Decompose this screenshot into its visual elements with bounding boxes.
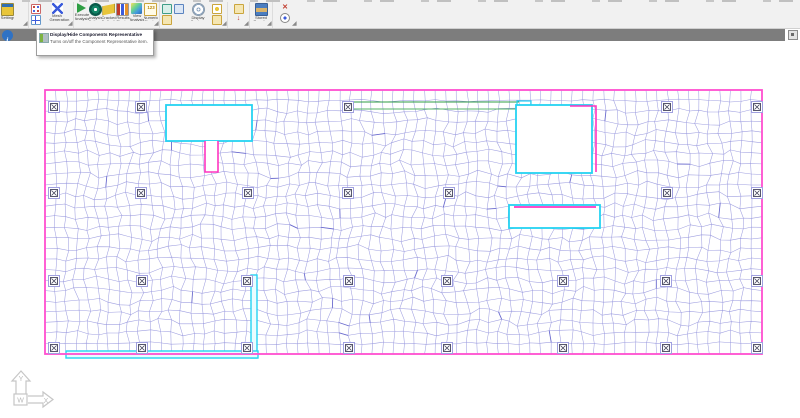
column-symbol[interactable] <box>344 343 355 354</box>
group-label-reactions: Reactions <box>259 27 269 28</box>
slab-opening[interactable] <box>166 105 252 141</box>
analysis-options-button[interactable]: Analysis Options <box>89 2 103 21</box>
beam-line[interactable] <box>352 101 531 110</box>
group-label-warping: Warping <box>235 27 246 28</box>
info-icon[interactable]: i <box>2 30 13 41</box>
ribbon-tab-strip <box>0 0 800 2</box>
column-symbol[interactable] <box>343 102 354 113</box>
view-analysis-results-button[interactable]: View Analysis Results <box>130 2 144 21</box>
compass-x-label: X <box>44 398 49 405</box>
dialog-launcher-icon[interactable]: ◢ <box>244 22 249 27</box>
contour-map-icon <box>131 3 142 14</box>
column-symbol[interactable] <box>661 276 672 287</box>
ribbon-group-warping: ↓ Warping ◢ <box>228 2 250 28</box>
openings-layer[interactable] <box>166 105 600 228</box>
column-symbol[interactable] <box>661 343 672 354</box>
group-label-meshing: Meshing <box>42 27 57 28</box>
column-symbol[interactable] <box>662 102 673 113</box>
wall-lines-layer[interactable] <box>66 275 258 358</box>
slab-opening[interactable] <box>509 205 600 228</box>
results-display-settings-button[interactable]: Results Display Settings <box>116 2 130 21</box>
column-symbol[interactable] <box>49 188 60 199</box>
slab-opening[interactable] <box>516 105 592 173</box>
ribbon-group-analysis: Execute Analysis Analysis Options Cracke… <box>74 2 160 28</box>
column-symbol[interactable] <box>136 102 147 113</box>
column-symbol[interactable] <box>662 188 673 199</box>
dialog-launcher-icon[interactable]: ◢ <box>222 22 227 27</box>
column-symbol[interactable] <box>242 343 253 354</box>
column-symbol[interactable] <box>136 188 147 199</box>
mesh-nodes-icon[interactable] <box>31 4 41 14</box>
column-symbol[interactable] <box>752 188 763 199</box>
mesh-generation-icon <box>52 3 63 14</box>
cracked-deflection-icon <box>102 3 115 16</box>
column-symbol[interactable] <box>243 188 254 199</box>
mesh-generation-button[interactable]: Mesh Generation <box>42 2 72 21</box>
column-symbol[interactable] <box>242 276 253 287</box>
group-label-vibration: Vibration <box>8 27 24 28</box>
component-representative-icon <box>39 33 49 43</box>
ribbon-group-vibration: Settings Vibration ◢ <box>0 2 29 28</box>
contour-legend-icon[interactable] <box>212 4 222 14</box>
execute-analysis-button[interactable]: Execute Analysis <box>75 2 89 21</box>
compass-origin-label: W <box>17 398 24 405</box>
contour-option-icon[interactable] <box>174 4 184 14</box>
application-window: Y X W Settings Vibration ◢ <box>0 0 800 418</box>
vibration-settings-button[interactable]: Settings <box>1 2 14 21</box>
contour-option-icon[interactable] <box>162 4 172 14</box>
infobar-expand-button[interactable] <box>788 30 798 40</box>
tooltip: Display/Hide Components Representative T… <box>36 29 154 56</box>
tooltip-body: Turns on/off the Component Representativ… <box>50 39 151 52</box>
compass-y-label: Y <box>19 376 24 383</box>
play-icon <box>77 3 86 13</box>
group-label-analysis: Analysis <box>108 27 123 28</box>
column-symbol[interactable] <box>752 343 763 354</box>
stored-reactions-button[interactable]: Stored Reactions <box>251 2 271 21</box>
dialog-launcher-icon[interactable]: ◢ <box>68 22 73 27</box>
fem-mesh-layer <box>45 90 762 354</box>
contours-icon <box>192 3 205 16</box>
column-symbol[interactable] <box>444 188 455 199</box>
group-label-visibility: Visibility <box>280 27 294 28</box>
remove-visibility-icon[interactable]: ✕ <box>281 4 289 12</box>
slab-boundary[interactable] <box>45 90 762 354</box>
orientation-compass: Y X W <box>12 371 53 407</box>
stored-reactions-icon <box>255 3 268 16</box>
cracked-deflection-button[interactable]: Cracked Deflection <box>102 2 116 21</box>
vibration-settings-icon <box>1 3 14 16</box>
display-contours-button[interactable]: Display Contours <box>185 2 211 21</box>
column-symbol[interactable] <box>442 343 453 354</box>
column-symbol[interactable] <box>752 102 763 113</box>
column-symbol[interactable] <box>137 276 148 287</box>
column-symbol[interactable] <box>344 276 355 287</box>
column-symbol[interactable] <box>343 188 354 199</box>
ribbon-group-reactions: Stored Reactions Reactions ◢ <box>250 2 273 28</box>
ribbon-group-contour-settings: Display Contours Contour Settings ◢ <box>160 2 228 28</box>
dialog-launcher-icon[interactable]: ◢ <box>292 22 297 27</box>
group-label-contour-settings: Contour Settings <box>177 27 207 28</box>
column-symbol[interactable] <box>442 276 453 287</box>
numerical-display-button[interactable]: 123 Numerical Display <box>144 2 158 21</box>
column-symbol[interactable] <box>49 343 60 354</box>
dialog-launcher-icon[interactable]: ◢ <box>267 22 272 27</box>
column-symbol[interactable] <box>49 276 60 287</box>
column-symbol[interactable] <box>137 343 148 354</box>
ribbon: Settings Vibration ◢ Mesh Generation <box>0 0 800 29</box>
dialog-launcher-icon[interactable]: ◢ <box>154 22 159 27</box>
results-display-settings-icon <box>116 3 129 16</box>
column-symbol[interactable] <box>752 276 763 287</box>
model-canvas[interactable]: Y X W <box>0 0 800 418</box>
ribbon-group-meshing: Mesh Generation Meshing ◢ <box>29 2 74 28</box>
gear-icon <box>89 3 102 16</box>
column-symbol[interactable] <box>558 276 569 287</box>
ribbon-group-visibility: ✕ Visibility ◢ <box>273 2 297 28</box>
column-symbol[interactable] <box>558 343 569 354</box>
dialog-launcher-icon[interactable]: ◢ <box>23 22 28 27</box>
column-symbol[interactable] <box>49 102 60 113</box>
numeric-123-icon: 123 <box>144 3 157 16</box>
warping-option-icon[interactable] <box>234 4 244 14</box>
tooltip-title: Display/Hide Components Representative <box>50 32 151 38</box>
